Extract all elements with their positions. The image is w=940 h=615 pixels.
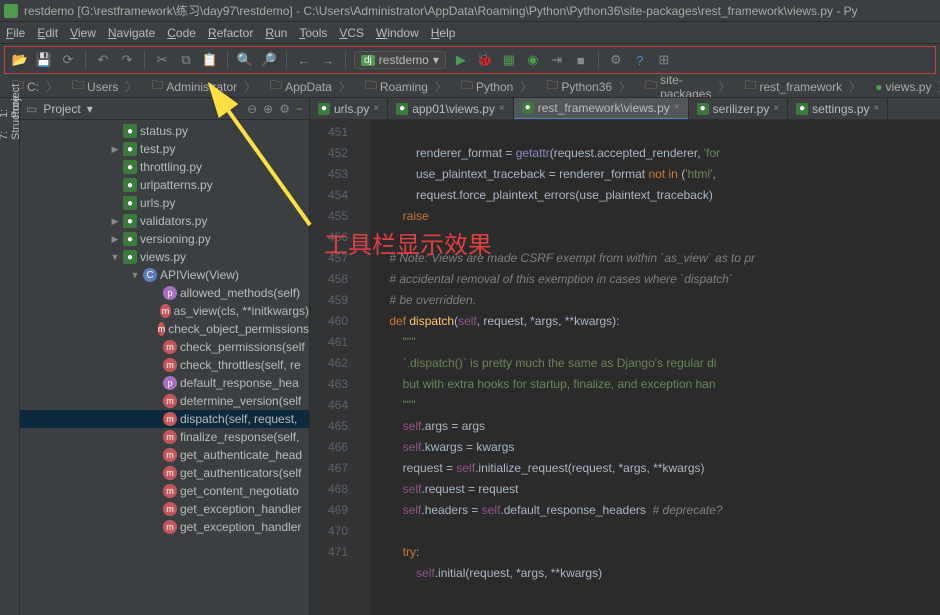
save-icon[interactable]: 💾 (35, 51, 53, 69)
find-icon[interactable]: 🔍 (236, 51, 254, 69)
breadcrumb-item[interactable]: 🗀 Roaming〉 (359, 76, 453, 97)
tree-item[interactable]: ●test.py (20, 140, 309, 158)
tree-item[interactable]: mget_content_negotiato (20, 482, 309, 500)
menu-navigate[interactable]: Navigate (108, 26, 155, 40)
project-panel: ▭ Project ▾ ⊖ ⊕ ⚙ − ●status.py●test.py●t… (20, 98, 310, 615)
breadcrumb-item[interactable]: 🗀 site-packages〉 (639, 76, 736, 98)
project-header: ▭ Project ▾ ⊖ ⊕ ⚙ − (20, 98, 309, 120)
tree-item[interactable]: mget_exception_handler (20, 518, 309, 536)
menu-help[interactable]: Help (431, 26, 456, 40)
code-editor[interactable]: 4514524534544554564574584594604614624634… (310, 120, 940, 615)
redo-icon[interactable]: ↷ (118, 51, 136, 69)
undo-icon[interactable]: ↶ (94, 51, 112, 69)
search-everywhere-icon[interactable]: ⊞ (655, 51, 673, 69)
debug-icon[interactable]: 🐞 (476, 51, 494, 69)
editor-tab[interactable]: ●rest_framework\views.py× (514, 98, 689, 120)
window-title: restdemo [G:\restframework\练习\day97\rest… (24, 2, 858, 19)
editor-tab[interactable]: ●app01\views.py× (388, 98, 514, 120)
line-gutter: 4514524534544554564574584594604614624634… (310, 120, 356, 615)
breadcrumb-bar: 🗀 C:〉🗀 Users〉🗀 Administrator〉🗀 AppData〉🗀… (0, 76, 940, 98)
structure-tool-tab[interactable]: 7: Structure (0, 124, 24, 146)
toolbar: 📂 💾 ⟳ ↶ ↷ ✂ ⧉ 📋 🔍 🔎 ← → dj restdemo ▾ ▶ … (4, 46, 936, 74)
run-config-label: restdemo (379, 53, 429, 67)
breadcrumb-item[interactable]: 🗀 Users〉 (66, 76, 143, 97)
app-icon (4, 4, 18, 18)
tree-item[interactable]: ●throttling.py (20, 158, 309, 176)
replace-icon[interactable]: 🔎 (260, 51, 278, 69)
tree-item[interactable]: mcheck_throttles(self, re (20, 356, 309, 374)
menu-bar: File Edit View Navigate Code Refactor Run Tools… (0, 22, 940, 44)
tree-item[interactable]: ●status.py (20, 122, 309, 140)
project-label: Project (43, 102, 80, 116)
stop-icon[interactable]: ■ (572, 51, 590, 69)
tree-item[interactable]: CAPIView(View) (20, 266, 309, 284)
title-bar: restdemo [G:\restframework\练习\day97\rest… (0, 0, 940, 22)
project-tree[interactable]: ●status.py●test.py●throttling.py●urlpatt… (20, 120, 309, 615)
tree-item[interactable]: ●validators.py (20, 212, 309, 230)
tree-item[interactable]: mcheck_object_permissions (20, 320, 309, 338)
help-icon[interactable]: ? (631, 51, 649, 69)
chevron-down-icon[interactable]: ▾ (87, 102, 93, 116)
forward-icon[interactable]: → (319, 51, 337, 69)
breadcrumb-item[interactable]: 🗀 rest_framework〉 (738, 76, 867, 97)
menu-file[interactable]: File (6, 26, 25, 40)
breadcrumb-item[interactable]: ● views.py〉 (869, 78, 940, 95)
editor-tab[interactable]: ●urls.py× (310, 98, 388, 120)
back-icon[interactable]: ← (295, 51, 313, 69)
menu-window[interactable]: Window (376, 26, 419, 40)
tree-item[interactable]: mas_view(cls, **initkwargs) (20, 302, 309, 320)
breadcrumb-item[interactable]: 🗀 Administrator〉 (145, 76, 262, 97)
django-icon: dj (361, 55, 375, 66)
gutter-marks (356, 120, 370, 615)
copy-icon[interactable]: ⧉ (177, 51, 195, 69)
settings-icon[interactable]: ⚙ (607, 51, 625, 69)
breadcrumb-item[interactable]: 🗀 Python〉 (455, 76, 538, 97)
collapse-icon[interactable]: ⊖ (247, 102, 257, 116)
tree-item[interactable]: mcheck_permissions(self (20, 338, 309, 356)
cut-icon[interactable]: ✂ (153, 51, 171, 69)
menu-run[interactable]: Run (265, 26, 287, 40)
breadcrumb-item[interactable]: 🗀 Python36〉 (540, 76, 637, 97)
attach-icon[interactable]: ⇥ (548, 51, 566, 69)
tree-item[interactable]: mdispatch(self, request, (20, 410, 309, 428)
run-config-selector[interactable]: dj restdemo ▾ (354, 51, 446, 69)
tree-item[interactable]: pdefault_response_hea (20, 374, 309, 392)
menu-refactor[interactable]: Refactor (208, 26, 253, 40)
tool-window-bar: 1: Project 7: Structure (0, 98, 20, 615)
tree-item[interactable]: mget_authenticators(self (20, 464, 309, 482)
menu-vcs[interactable]: VCS (339, 26, 364, 40)
coverage-icon[interactable]: ▦ (500, 51, 518, 69)
tree-item[interactable]: pallowed_methods(self) (20, 284, 309, 302)
menu-edit[interactable]: Edit (37, 26, 58, 40)
gear-icon[interactable]: ⚙ (279, 102, 290, 116)
tree-item[interactable]: mget_authenticate_head (20, 446, 309, 464)
menu-code[interactable]: Code (167, 26, 196, 40)
hide-icon[interactable]: − (296, 102, 303, 116)
editor-tab[interactable]: ●serilizer.py× (689, 98, 789, 120)
project-view-icon[interactable]: ▭ (26, 102, 37, 116)
tree-item[interactable]: ●urlpatterns.py (20, 176, 309, 194)
code-lines[interactable]: renderer_format = getattr(request.accept… (370, 120, 940, 615)
editor-area: ●urls.py×●app01\views.py×●rest_framework… (310, 98, 940, 615)
profile-icon[interactable]: ◉ (524, 51, 542, 69)
run-icon[interactable]: ▶ (452, 51, 470, 69)
tree-item[interactable]: mfinalize_response(self, (20, 428, 309, 446)
tree-item[interactable]: ●versioning.py (20, 230, 309, 248)
chevron-down-icon: ▾ (433, 53, 439, 67)
target-icon[interactable]: ⊕ (263, 102, 273, 116)
tree-item[interactable]: ●urls.py (20, 194, 309, 212)
sync-icon[interactable]: ⟳ (59, 51, 77, 69)
menu-view[interactable]: View (70, 26, 96, 40)
breadcrumb-item[interactable]: 🗀 AppData〉 (264, 76, 357, 97)
tree-item[interactable]: ●views.py (20, 248, 309, 266)
menu-tools[interactable]: Tools (299, 26, 327, 40)
paste-icon[interactable]: 📋 (201, 51, 219, 69)
tree-item[interactable]: mget_exception_handler (20, 500, 309, 518)
editor-tab[interactable]: ●settings.py× (788, 98, 888, 120)
open-icon[interactable]: 📂 (11, 51, 29, 69)
tree-item[interactable]: mdetermine_version(self (20, 392, 309, 410)
editor-tabs: ●urls.py×●app01\views.py×●rest_framework… (310, 98, 940, 120)
